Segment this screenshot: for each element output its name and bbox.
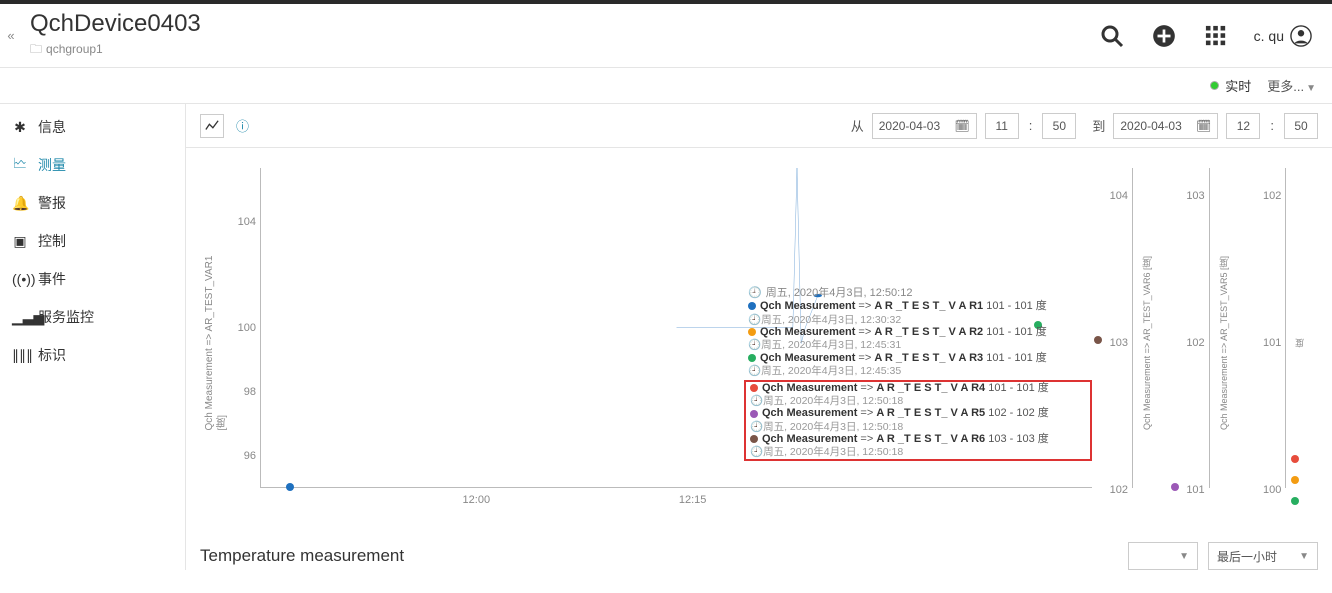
- user-menu[interactable]: c. qu: [1254, 25, 1312, 47]
- data-point: [1094, 336, 1102, 344]
- mini-axis-var5: 103 102 101 Qch Measurement => AR_TEST_V…: [1179, 168, 1246, 518]
- subheader: 实时 更多...▼: [0, 68, 1332, 104]
- tooltip-item: Qch Measurement => A R _T E S T_ V A R4 …: [746, 382, 1090, 408]
- bell-icon: 🔔: [12, 195, 28, 212]
- collapse-sidebar-icon[interactable]: «: [0, 28, 22, 43]
- sidebar-item-alarms[interactable]: 🔔警报: [0, 184, 185, 222]
- sidebar-item-identity[interactable]: ∥∥∥标识: [0, 336, 185, 374]
- help-icon[interactable]: ⓘ: [236, 116, 249, 135]
- data-point: [1171, 483, 1179, 491]
- user-avatar-icon: [1290, 25, 1312, 47]
- header: « QchDevice0403 🗀qchgroup1 c. qu: [0, 4, 1332, 68]
- sidebar-item-measurements[interactable]: 🗠测量: [0, 146, 185, 184]
- breadcrumb[interactable]: 🗀qchgroup1: [30, 40, 201, 61]
- data-point: [1291, 476, 1299, 484]
- from-label: 从: [851, 116, 864, 135]
- mini-axes: 104 103 102 Qch Measurement => AR_TEST_V…: [1092, 168, 1322, 518]
- from-date-input[interactable]: 2020-04-03🗓: [872, 113, 977, 139]
- bar-chart-icon: 🗠: [12, 153, 28, 177]
- sidebar-item-events[interactable]: ((•))事件: [0, 260, 185, 298]
- clock-icon: 🕘: [748, 287, 762, 299]
- mini-axis-extra: 102 101 100 度: [1255, 168, 1322, 518]
- asterisk-icon: ✱: [12, 119, 28, 136]
- sidebar-item-service-monitoring[interactable]: ▁▃▅服务监控: [0, 298, 185, 336]
- x-ticks: 12:00 12:15: [260, 494, 1092, 510]
- plot-area[interactable]: 🕘周五, 2020年4月3日, 12:50:12 Qch Measurement…: [260, 168, 1092, 488]
- folder-icon: 🗀: [30, 42, 42, 56]
- time-range-select[interactable]: 最后一小时▼: [1208, 542, 1318, 570]
- calendar-icon: 🗓: [955, 119, 970, 133]
- page-title: QchDevice0403: [30, 10, 201, 38]
- tooltip-item: Qch Measurement => A R _T E S T_ V A R1 …: [744, 300, 1092, 326]
- add-icon[interactable]: [1150, 22, 1178, 50]
- tooltip-item: Qch Measurement => A R _T E S T_ V A R3 …: [744, 352, 1092, 378]
- data-point: [1291, 497, 1299, 505]
- apps-grid-icon[interactable]: [1202, 22, 1230, 50]
- tooltip-item: Qch Measurement => A R _T E S T_ V A R6 …: [746, 433, 1090, 459]
- user-label: c. qu: [1254, 28, 1284, 44]
- barcode-icon: ∥∥∥: [12, 347, 28, 364]
- measurement-title: Temperature measurement: [200, 546, 1118, 566]
- data-point: [1291, 455, 1299, 463]
- sidebar-item-info[interactable]: ✱信息: [0, 108, 185, 146]
- to-label: 到: [1092, 116, 1105, 135]
- calendar-icon: 🗓: [1196, 119, 1211, 133]
- broadcast-icon: ((•)): [12, 271, 28, 287]
- mini-axis-var6: 104 103 102 Qch Measurement => AR_TEST_V…: [1102, 168, 1169, 518]
- sidebar-item-control[interactable]: ▣控制: [0, 222, 185, 260]
- chart-area: Qch Measurement => AR_TEST_VAR1 [度] 104 …: [186, 148, 1332, 528]
- from-minute-input[interactable]: 50: [1042, 113, 1076, 139]
- chart-tooltip: 🕘周五, 2020年4月3日, 12:50:12 Qch Measurement…: [744, 287, 1092, 461]
- chevron-down-icon: ▼: [1306, 83, 1316, 94]
- more-menu[interactable]: 更多...▼: [1267, 76, 1316, 95]
- y-ticks: 104 100 98 96: [228, 168, 256, 488]
- data-point: [286, 483, 294, 491]
- control-icon: ▣: [12, 233, 28, 250]
- to-minute-input[interactable]: 50: [1284, 113, 1318, 139]
- footer-row: Temperature measurement ▼ 最后一小时▼: [186, 528, 1332, 570]
- sidebar: ✱信息 🗠测量 🔔警报 ▣控制 ((•))事件 ▁▃▅服务监控 ∥∥∥标识: [0, 104, 186, 570]
- to-date-input[interactable]: 2020-04-03🗓: [1113, 113, 1218, 139]
- chevron-down-icon: ▼: [1179, 551, 1189, 562]
- signal-icon: ▁▃▅: [12, 309, 28, 326]
- realtime-indicator[interactable]: 实时: [1210, 76, 1251, 95]
- chevron-down-icon: ▼: [1299, 551, 1309, 562]
- from-hour-input[interactable]: 11: [985, 113, 1019, 139]
- chart-type-button[interactable]: [200, 114, 224, 138]
- main-chart[interactable]: Qch Measurement => AR_TEST_VAR1 [度] 104 …: [196, 168, 1092, 518]
- to-hour-input[interactable]: 12: [1226, 113, 1260, 139]
- empty-select[interactable]: ▼: [1128, 542, 1198, 570]
- chart-toolbar: ⓘ 从 2020-04-03🗓 11 : 50 到 2020-04-03🗓 12…: [186, 104, 1332, 148]
- tooltip-item: Qch Measurement => A R _T E S T_ V A R2 …: [744, 326, 1092, 352]
- tooltip-item: Qch Measurement => A R _T E S T_ V A R5 …: [746, 407, 1090, 433]
- y-axis-label: Qch Measurement => AR_TEST_VAR1 [度]: [204, 256, 230, 431]
- search-icon[interactable]: [1098, 22, 1126, 50]
- status-dot-icon: [1210, 81, 1219, 90]
